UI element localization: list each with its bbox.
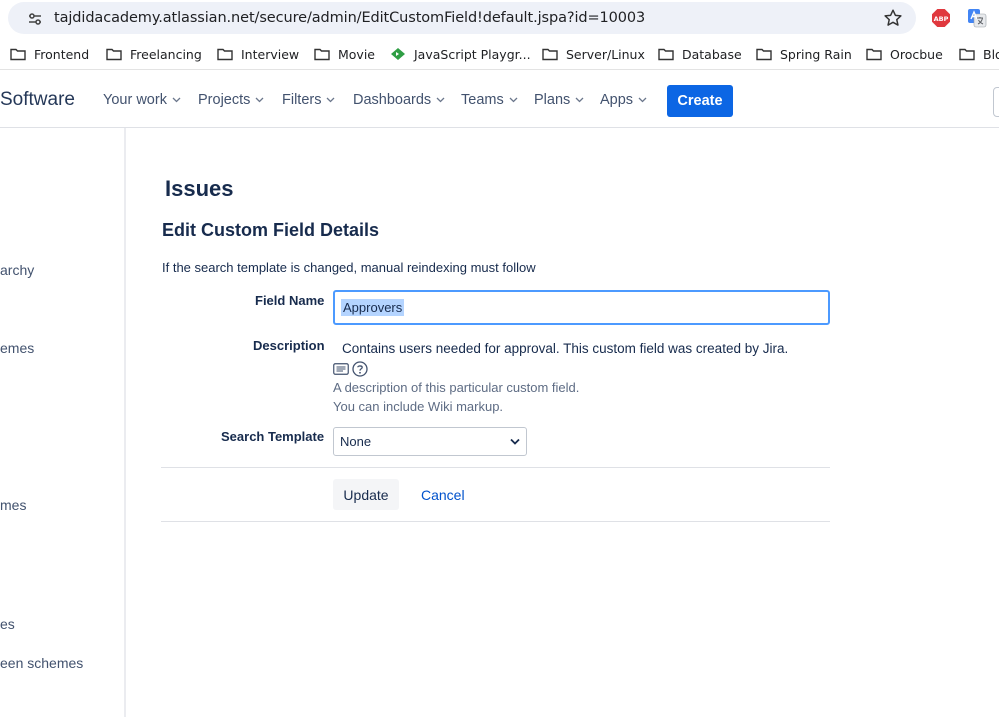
folder-icon	[658, 48, 674, 61]
bookmark-label: Movie	[338, 46, 375, 62]
bookmark-label: JavaScript Playgr...	[414, 46, 531, 62]
bookmark-freelancing[interactable]: Freelancing	[106, 44, 202, 64]
bookmark-star-icon[interactable]	[882, 7, 904, 29]
description-label: Description	[253, 338, 325, 353]
bookmark-orocbue[interactable]: Orocbue	[866, 44, 943, 64]
jira-top-nav: Software Your work Projects Filters Dash…	[0, 71, 999, 128]
bookmark-label: Blo	[983, 46, 999, 62]
wiki-markup-hint: You can include Wiki markup.	[333, 399, 504, 414]
chevron-down-icon	[255, 97, 264, 103]
section-title: Edit Custom Field Details	[162, 220, 380, 240]
address-field[interactable]: tajdidacademy.atlassian.net/secure/admin…	[8, 2, 916, 34]
form-bottom-divider	[161, 521, 830, 522]
admin-sidebar: archy emes mes es een schemes	[0, 128, 126, 717]
nav-label: Your work	[103, 92, 167, 108]
update-button[interactable]: Update	[333, 479, 399, 510]
cancel-link[interactable]: Cancel	[421, 487, 465, 503]
bookmark-label: Database	[682, 46, 742, 62]
bookmark-label: Frontend	[34, 46, 90, 62]
chevron-down-icon	[172, 97, 181, 103]
nav-label: Dashboards	[353, 92, 432, 108]
sidebar-item-schemes[interactable]: emes	[0, 340, 34, 356]
sidebar-item-hierarchy[interactable]: archy	[0, 262, 34, 278]
chevron-down-icon	[436, 97, 445, 103]
nav-label: Plans	[534, 92, 571, 108]
sidebar-item-screen-schemes[interactable]: een schemes	[0, 655, 83, 671]
bookmarks-bar: Frontend Freelancing Interview Movie Jav…	[0, 36, 999, 70]
bookmark-blo[interactable]: Blo	[959, 44, 999, 64]
create-button[interactable]: Create	[667, 85, 733, 117]
folder-icon	[106, 48, 122, 61]
search-field[interactable]	[993, 87, 999, 117]
wiki-markup-icon[interactable]	[333, 363, 349, 375]
site-settings-icon[interactable]	[28, 12, 42, 26]
browser-url-bar: tajdidacademy.atlassian.net/secure/admin…	[0, 0, 999, 36]
search-template-label: Search Template	[221, 429, 325, 444]
bookmark-server-linux[interactable]: Server/Linux	[542, 44, 645, 64]
folder-icon	[314, 48, 330, 61]
form-divider	[161, 467, 830, 468]
field-name-label: Field Name	[255, 293, 325, 308]
nav-filters[interactable]: Filters	[282, 92, 335, 108]
bookmark-label: Server/Linux	[566, 46, 645, 62]
nav-dashboards[interactable]: Dashboards	[353, 92, 445, 108]
nav-label: Filters	[282, 92, 322, 108]
nav-your-work[interactable]: Your work	[103, 92, 181, 108]
nav-apps[interactable]: Apps	[600, 92, 647, 108]
nav-plans[interactable]: Plans	[534, 92, 584, 108]
folder-icon	[10, 48, 26, 61]
google-translate-icon[interactable]	[967, 8, 987, 28]
product-name[interactable]: Software	[0, 89, 75, 111]
chevron-down-icon	[509, 97, 518, 103]
nav-label: Projects	[198, 92, 251, 108]
bookmark-label: Interview	[241, 46, 300, 62]
playground-icon	[391, 48, 405, 60]
nav-label: Teams	[461, 92, 504, 108]
bookmark-database[interactable]: Database	[658, 44, 742, 64]
bookmark-label: Orocbue	[890, 46, 943, 62]
bookmark-javascript-playground[interactable]: JavaScript Playgr...	[390, 44, 531, 64]
bookmark-movie[interactable]: Movie	[314, 44, 375, 64]
page-title: Issues	[165, 176, 234, 201]
description-value[interactable]: Contains users needed for approval. This…	[342, 341, 788, 356]
nav-projects[interactable]: Projects	[198, 92, 264, 108]
folder-icon	[959, 48, 975, 61]
url-text[interactable]: tajdidacademy.atlassian.net/secure/admin…	[54, 10, 645, 26]
adblock-label: ABP	[934, 15, 949, 23]
sidebar-item-schemes-2[interactable]: mes	[0, 497, 26, 513]
chevron-down-icon	[575, 97, 584, 103]
bookmark-frontend[interactable]: Frontend	[10, 44, 89, 64]
search-template-value: None	[340, 434, 372, 449]
search-template-select[interactable]: None	[333, 427, 527, 456]
nav-teams[interactable]: Teams	[461, 92, 518, 108]
folder-icon	[217, 48, 233, 61]
chevron-down-icon	[327, 97, 335, 103]
chevron-down-icon	[638, 97, 647, 103]
field-name-value[interactable]: Approvers	[341, 299, 405, 316]
description-hint: A description of this particular custom …	[333, 380, 580, 395]
folder-icon	[866, 48, 882, 61]
adblock-icon[interactable]: ABP	[932, 9, 950, 27]
bookmark-label: Spring Rain	[780, 46, 852, 62]
bookmark-spring-rain[interactable]: Spring Rain	[756, 44, 852, 64]
bookmark-interview[interactable]: Interview	[217, 44, 299, 64]
field-name-input[interactable]	[333, 290, 830, 325]
reindex-warning: If the search template is changed, manua…	[162, 260, 536, 275]
sidebar-item-es[interactable]: es	[0, 616, 15, 632]
folder-icon	[542, 48, 558, 61]
folder-icon	[756, 48, 772, 61]
nav-label: Apps	[600, 92, 634, 108]
bookmark-label: Freelancing	[130, 46, 202, 62]
chevron-down-icon	[510, 438, 520, 445]
help-icon[interactable]	[352, 361, 368, 377]
